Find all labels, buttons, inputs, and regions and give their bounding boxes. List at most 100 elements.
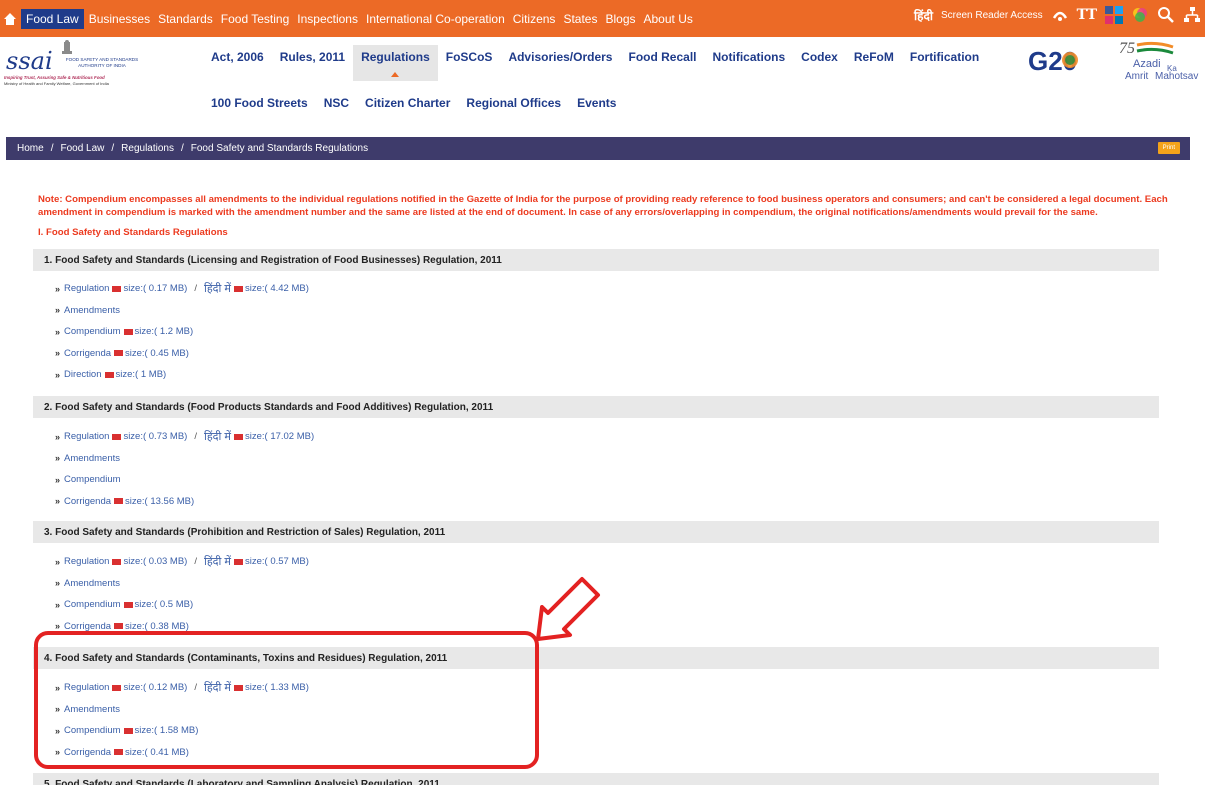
file-size: size:( 1 MB) bbox=[115, 369, 167, 381]
compendium-link[interactable]: Compendium bbox=[64, 474, 121, 485]
pdf-icon bbox=[114, 623, 124, 630]
amendments-link[interactable]: Amendments bbox=[64, 578, 120, 589]
link-separator: / bbox=[194, 283, 197, 295]
hindi-regulation-link[interactable]: हिंदी में bbox=[204, 281, 231, 296]
pdf-icon bbox=[233, 558, 243, 565]
home-icon[interactable] bbox=[3, 12, 17, 26]
color-theme-icon[interactable] bbox=[1131, 6, 1149, 24]
pdf-icon bbox=[114, 350, 124, 357]
pdf-icon bbox=[104, 371, 114, 378]
search-icon[interactable] bbox=[1157, 6, 1175, 24]
nav-fortification[interactable]: Fortification bbox=[902, 45, 987, 81]
file-size: size:( 0.03 MB) bbox=[123, 556, 188, 568]
bullet-arrow-icon: » bbox=[55, 599, 61, 610]
list-item: » Corrigenda size:( 13.56 MB) bbox=[55, 491, 314, 513]
azadi-word: Azadi bbox=[1133, 58, 1161, 70]
regulation-heading: 3. Food Safety and Standards (Prohibitio… bbox=[33, 521, 1159, 543]
top-utility-bar: हिंदी Screen Reader Access TT bbox=[914, 6, 1201, 24]
screen-reader-link[interactable]: Screen Reader Access bbox=[941, 10, 1043, 21]
bullet-arrow-icon: » bbox=[55, 621, 61, 632]
bullet-arrow-icon: » bbox=[55, 453, 61, 464]
fssai-logo[interactable]: ssai FOOD SAFETY AND STANDARDS AUTHORITY… bbox=[4, 40, 189, 92]
nav-foscos[interactable]: FoSCoS bbox=[438, 45, 501, 81]
nav-act-2006[interactable]: Act, 2006 bbox=[203, 45, 272, 81]
nav-rules-2011[interactable]: Rules, 2011 bbox=[272, 45, 353, 81]
nav-events[interactable]: Events bbox=[569, 96, 624, 110]
logo-ministry: Ministry of Health and Family Welfare, G… bbox=[4, 81, 109, 86]
top-nav-states[interactable]: States bbox=[559, 9, 601, 29]
nav-codex[interactable]: Codex bbox=[793, 45, 846, 81]
nav-regulations[interactable]: Regulations bbox=[353, 45, 438, 81]
nav-notifications[interactable]: Notifications bbox=[705, 45, 794, 81]
compendium-link[interactable]: Compendium bbox=[64, 599, 121, 610]
list-item: » Corrigenda size:( 0.45 MB) bbox=[55, 343, 309, 365]
nav-advisories-orders[interactable]: Advisories/Orders bbox=[500, 45, 620, 81]
breadcrumb-home[interactable]: Home bbox=[17, 143, 44, 154]
top-navigation-bar: Food Law Businesses Standards Food Testi… bbox=[0, 0, 1205, 37]
azadi-mahotsav-word: Mahotsav bbox=[1155, 71, 1198, 82]
list-item: » Amendments bbox=[55, 448, 314, 470]
regulation-links: » Regulation size:( 0.17 MB) / हिंदी में s… bbox=[55, 278, 309, 386]
breadcrumb-separator: / bbox=[50, 143, 54, 154]
top-nav-international-cooperation[interactable]: International Co-operation bbox=[362, 9, 509, 29]
bullet-arrow-icon: » bbox=[55, 369, 61, 380]
corrigenda-link[interactable]: Corrigenda bbox=[64, 496, 111, 507]
bullet-arrow-icon: » bbox=[55, 496, 61, 507]
top-nav-citizens[interactable]: Citizens bbox=[509, 9, 560, 29]
print-button[interactable]: Print bbox=[1157, 142, 1180, 154]
list-item: » Compendium size:( 1.2 MB) bbox=[55, 321, 309, 343]
regulation-link[interactable]: Regulation bbox=[64, 556, 109, 567]
regulation-link[interactable]: Regulation bbox=[64, 283, 109, 294]
accessibility-icon[interactable] bbox=[1051, 6, 1069, 24]
nav-food-recall[interactable]: Food Recall bbox=[620, 45, 704, 81]
top-nav-food-law[interactable]: Food Law bbox=[21, 9, 84, 29]
list-item: » Amendments bbox=[55, 300, 309, 322]
social-media-icon[interactable] bbox=[1105, 6, 1123, 24]
regulation-links: » Regulation size:( 0.73 MB) / हिंदी में s… bbox=[55, 426, 314, 512]
nav-nsc[interactable]: NSC bbox=[316, 96, 357, 110]
file-size: size:( 0.5 MB) bbox=[134, 599, 194, 611]
g20-logo[interactable]: G20 bbox=[1026, 42, 1082, 86]
logo-title: FOOD SAFETY AND STANDARDS AUTHORITY OF I… bbox=[65, 57, 139, 68]
sitemap-icon[interactable] bbox=[1183, 6, 1201, 24]
top-nav-inspections[interactable]: Inspections bbox=[293, 9, 362, 29]
main-navigation: Act, 2006 Rules, 2011 Regulations FoSCoS… bbox=[203, 45, 987, 81]
compendium-link[interactable]: Compendium bbox=[64, 326, 121, 337]
top-nav-businesses[interactable]: Businesses bbox=[85, 9, 154, 29]
bullet-arrow-icon: » bbox=[55, 326, 61, 337]
top-nav-blogs[interactable]: Blogs bbox=[601, 9, 639, 29]
text-size-icon[interactable]: TT bbox=[1077, 7, 1097, 23]
nav-refom[interactable]: ReFoM bbox=[846, 45, 902, 81]
hindi-regulation-link[interactable]: हिंदी में bbox=[204, 429, 231, 444]
hindi-regulation-link[interactable]: हिंदी में bbox=[204, 554, 231, 569]
hindi-language-link[interactable]: हिंदी bbox=[914, 7, 933, 24]
direction-link[interactable]: Direction bbox=[64, 369, 102, 380]
top-nav-standards[interactable]: Standards bbox=[154, 9, 217, 29]
national-emblem-icon bbox=[62, 40, 72, 54]
list-item: » Regulation size:( 0.73 MB) / हिंदी में s… bbox=[55, 426, 314, 448]
nav-regulations-label: Regulations bbox=[361, 50, 430, 64]
top-nav-about-us[interactable]: About Us bbox=[640, 9, 697, 29]
active-caret-icon bbox=[391, 72, 400, 77]
regulation-link[interactable]: Regulation bbox=[64, 431, 109, 442]
file-size: size:( 0.45 MB) bbox=[125, 347, 189, 359]
file-size: size:( 0.17 MB) bbox=[123, 283, 188, 295]
azadi-ka-amrit-mahotsav-logo[interactable]: 75 Azadi Ka Amrit Mahotsav bbox=[1115, 39, 1205, 85]
nav-regional-offices[interactable]: Regional Offices bbox=[458, 96, 569, 110]
amendments-link[interactable]: Amendments bbox=[64, 305, 120, 316]
breadcrumb-food-law[interactable]: Food Law bbox=[60, 143, 104, 154]
corrigenda-link[interactable]: Corrigenda bbox=[64, 348, 111, 359]
top-nav-food-testing[interactable]: Food Testing bbox=[217, 9, 294, 29]
nav-100-food-streets[interactable]: 100 Food Streets bbox=[203, 96, 316, 110]
nav-citizen-charter[interactable]: Citizen Charter bbox=[357, 96, 458, 110]
list-item: » Regulation size:( 0.17 MB) / हिंदी में s… bbox=[55, 278, 309, 300]
amendments-link[interactable]: Amendments bbox=[64, 453, 120, 464]
highlight-annotation-box bbox=[34, 631, 539, 769]
logo-wordmark: ssai bbox=[6, 47, 53, 75]
link-separator: / bbox=[194, 556, 197, 568]
logo-tagline: Inspiring Trust, Assuring Safe & Nutriti… bbox=[4, 75, 105, 80]
bullet-arrow-icon: » bbox=[55, 578, 61, 589]
breadcrumb-regulations[interactable]: Regulations bbox=[121, 143, 174, 154]
file-size: size:( 1.2 MB) bbox=[134, 326, 194, 338]
list-item: » Compendium bbox=[55, 469, 314, 491]
